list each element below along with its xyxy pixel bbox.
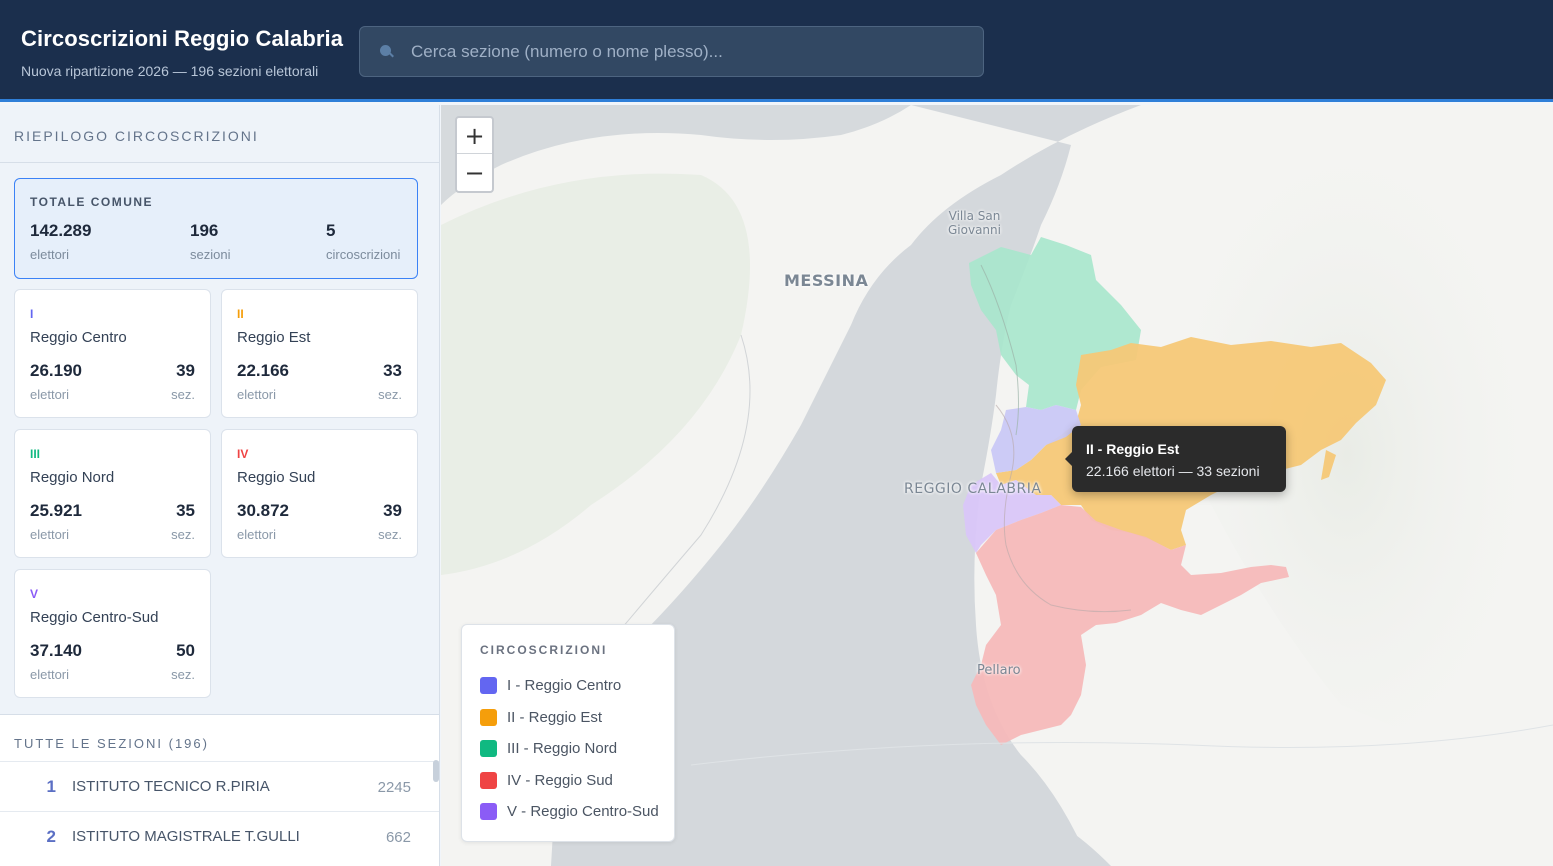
section-name: ISTITUTO MAGISTRALE T.GULLI [72, 828, 300, 845]
section-count: 2245 [377, 779, 411, 796]
legend-label: IV - Reggio Sud [507, 771, 613, 789]
circ-roman: IV [237, 447, 249, 461]
circ-card-5[interactable]: V Reggio Centro-Sud 37.140 50 elettori s… [14, 569, 211, 698]
circ-sez-label: sez. [378, 387, 402, 402]
circ-elettori: 26.190 [30, 361, 82, 380]
circ-sezioni: 33 [383, 361, 402, 380]
legend-label: I - Reggio Centro [507, 676, 622, 694]
place-label-villa-line2: Giovanni [948, 223, 1001, 237]
place-label-messina: MESSINA [784, 271, 869, 290]
total-elettori-label: elettori [30, 247, 70, 262]
circ-elettori-label: elettori [30, 527, 70, 542]
circ-name: Reggio Nord [30, 469, 115, 486]
circ-sezioni: 35 [176, 501, 195, 520]
divider [0, 714, 439, 715]
circ-roman: V [30, 587, 39, 601]
legend-label: V - Reggio Centro-Sud [507, 802, 659, 820]
summary-heading: RIEPILOGO CIRCOSCRIZIONI [14, 128, 259, 144]
circ-elettori-label: elettori [237, 387, 277, 402]
tooltip-info: 22.166 elettori — 33 sezioni [1086, 463, 1260, 479]
circ-sez-label: sez. [171, 387, 195, 402]
total-circoscrizioni-label: circoscrizioni [326, 247, 401, 262]
zoom-out-button[interactable]: − [457, 155, 492, 191]
map-legend: CIRCOSCRIZIONI I - Reggio Centro II - Re… [461, 624, 675, 842]
legend-item[interactable]: IV - Reggio Sud [480, 770, 613, 790]
section-list-scrollbar[interactable] [433, 760, 439, 782]
total-elettori: 142.289 [30, 221, 92, 240]
legend-title: CIRCOSCRIZIONI [480, 643, 608, 657]
section-row[interactable]: 2 ISTITUTO MAGISTRALE T.GULLI 662 [0, 811, 439, 861]
circ-sez-label: sez. [378, 527, 402, 542]
circ-elettori: 22.166 [237, 361, 289, 380]
total-sezioni-label: sezioni [190, 247, 231, 262]
section-name: ISTITUTO TECNICO R.PIRIA [72, 778, 270, 795]
district-tooltip: II - Reggio Est 22.166 elettori — 33 sez… [1065, 426, 1286, 492]
circ-card-4[interactable]: IV Reggio Sud 30.872 39 elettori sez. [221, 429, 418, 558]
circ-sezioni: 50 [176, 641, 195, 660]
circ-sezioni: 39 [383, 501, 402, 520]
legend-item[interactable]: I - Reggio Centro [480, 675, 621, 695]
circ-card-1[interactable]: I Reggio Centro 26.190 39 elettori sez. [14, 289, 211, 418]
section-list: TUTTE LE SEZIONI (196) 1 ISTITUTO TECNIC… [0, 714, 439, 866]
app-subtitle: Nuova ripartizione 2026 — 196 sezioni el… [21, 63, 319, 79]
app-title: Circoscrizioni Reggio Calabria [21, 26, 344, 51]
section-number: 2 [46, 827, 56, 846]
circ-sezioni: 39 [176, 361, 195, 380]
circ-name: Reggio Centro-Sud [30, 609, 159, 626]
legend-swatch [480, 771, 497, 789]
circ-name: Reggio Centro [30, 329, 127, 346]
legend-item[interactable]: II - Reggio Est [480, 707, 602, 727]
zoom-in-button[interactable]: + [457, 118, 492, 154]
place-label-villa-line1: Villa San [948, 209, 1001, 223]
sidebar: RIEPILOGO CIRCOSCRIZIONI TOTALE COMUNE 1… [0, 105, 440, 866]
circ-card-3[interactable]: III Reggio Nord 25.921 35 elettori sez. [14, 429, 211, 558]
section-count: 662 [385, 829, 411, 846]
circ-roman: III [30, 447, 41, 461]
tooltip-title: II - Reggio Est [1086, 441, 1180, 457]
legend-item[interactable]: V - Reggio Centro-Sud [480, 801, 659, 821]
app-header: Circoscrizioni Reggio Calabria Nuova rip… [0, 0, 1553, 102]
circ-elettori-label: elettori [30, 667, 70, 682]
circ-card-2[interactable]: II Reggio Est 22.166 33 elettori sez. [221, 289, 418, 418]
total-label: TOTALE COMUNE [30, 195, 154, 209]
place-label-villa: Villa San Giovanni [948, 209, 1001, 237]
legend-swatch [480, 802, 497, 820]
circ-elettori: 30.872 [237, 501, 289, 520]
circ-elettori: 25.921 [30, 501, 82, 520]
total-circoscrizioni: 5 [326, 221, 336, 240]
legend-label: III - Reggio Nord [507, 739, 618, 757]
section-number: 1 [46, 777, 56, 796]
circ-roman: I [30, 307, 34, 321]
circ-name: Reggio Est [237, 329, 311, 346]
legend-swatch [480, 676, 497, 694]
section-row[interactable]: 1 ISTITUTO TECNICO R.PIRIA 2245 [0, 761, 439, 811]
circ-roman: II [237, 307, 244, 321]
legend-item[interactable]: III - Reggio Nord [480, 738, 617, 758]
search-input[interactable] [411, 27, 983, 76]
circ-sez-label: sez. [171, 527, 195, 542]
legend-swatch [480, 708, 497, 726]
total-sezioni: 196 [190, 221, 219, 240]
map-view[interactable]: Villa San Giovanni MESSINA REGGIO CALABR… [441, 105, 1553, 866]
place-label-pellaro: Pellaro [977, 663, 1021, 678]
legend-swatch [480, 739, 497, 757]
circ-elettori: 37.140 [30, 641, 82, 660]
sections-heading: TUTTE LE SEZIONI (196) [14, 736, 209, 751]
place-label-reggio: REGGIO CALABRIA [904, 481, 1042, 497]
circ-sez-label: sez. [171, 667, 195, 682]
circ-elettori-label: elettori [30, 387, 70, 402]
circ-elettori-label: elettori [237, 527, 277, 542]
zoom-control: + − [455, 116, 494, 193]
divider [0, 162, 439, 163]
search-icon [380, 44, 394, 59]
total-card[interactable]: TOTALE COMUNE 142.289 elettori 196 sezio… [14, 178, 418, 279]
circ-name: Reggio Sud [237, 469, 316, 486]
search-box[interactable] [359, 26, 984, 77]
legend-label: II - Reggio Est [507, 708, 603, 726]
